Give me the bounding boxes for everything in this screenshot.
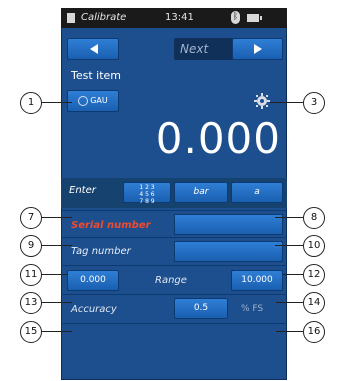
keypad-digits-row-1: 1 2 3 (139, 184, 155, 191)
serial-number-field[interactable] (174, 214, 283, 235)
callout-13: 13 (20, 292, 42, 314)
range-label: Range (155, 275, 187, 286)
callout-line (275, 217, 303, 218)
callout-line (270, 102, 303, 103)
next-label: Next (180, 42, 209, 56)
accuracy-unit: % FS (241, 304, 264, 314)
callout-9: 9 (20, 235, 42, 257)
callout-7: 7 (20, 207, 42, 229)
divider (61, 294, 287, 295)
callout-3: 3 (303, 92, 325, 114)
callout-line (275, 245, 303, 246)
accuracy-value-button[interactable]: 0.5 (174, 298, 228, 319)
callout-line (40, 245, 72, 246)
back-button[interactable] (67, 38, 119, 60)
bluetooth-icon: ᛒ (231, 11, 240, 24)
callout-8: 8 (303, 207, 325, 229)
callout-1: 1 (20, 92, 42, 114)
callout-10: 10 (303, 235, 325, 257)
callout-line (40, 274, 68, 275)
range-min-button[interactable]: 0.000 (67, 270, 119, 291)
document-icon (67, 13, 75, 23)
divider (61, 210, 287, 211)
arrow-left-icon (90, 44, 98, 54)
callout-line (276, 331, 303, 332)
keypad-button[interactable]: 1 2 3 4 5 6 7 8 9 (123, 182, 171, 205)
callout-line (40, 102, 72, 103)
callout-12: 12 (303, 264, 325, 286)
callout-line (283, 274, 303, 275)
range-max-button[interactable]: 10.000 (231, 270, 283, 291)
keypad-digits-row-3: 7 8 9 (139, 198, 155, 205)
callout-line (276, 302, 303, 303)
app-name: Calibrate (81, 12, 127, 23)
gauge-button-label: GAU (90, 96, 108, 105)
divider (61, 237, 287, 238)
accuracy-label: Accuracy (71, 304, 117, 315)
tag-number-field[interactable] (174, 241, 283, 262)
status-bar: Calibrate 13:41 ᛒ (61, 8, 287, 28)
pressure-reading: 0.000 (155, 114, 281, 163)
callout-line (40, 302, 72, 303)
callout-line (40, 217, 72, 218)
device-screen: Calibrate 13:41 ᛒ Next Test item GAU 0.0… (61, 8, 287, 380)
unit-button[interactable]: bar (174, 182, 228, 203)
gauge-icon (78, 95, 89, 106)
gauge-button[interactable]: GAU (67, 90, 119, 112)
next-button[interactable] (232, 38, 283, 60)
callout-11: 11 (20, 264, 42, 286)
serial-number-label: Serial number (71, 220, 151, 231)
tag-number-label: Tag number (71, 246, 131, 257)
arrow-right-icon (254, 44, 262, 54)
test-item-label: Test item (71, 69, 122, 82)
next-navigation: Next (174, 38, 283, 60)
callout-14: 14 (303, 292, 325, 314)
divider (61, 265, 287, 266)
mode-button[interactable]: a (231, 182, 283, 203)
callout-16: 16 (303, 321, 325, 343)
callout-15: 15 (20, 321, 42, 343)
battery-icon (247, 14, 262, 22)
gear-icon[interactable] (254, 93, 270, 109)
clock: 13:41 (165, 12, 194, 23)
callout-line (40, 331, 72, 332)
enter-label: Enter (69, 185, 96, 196)
keypad-digits-row-2: 4 5 6 (139, 191, 155, 198)
divider (61, 323, 287, 324)
